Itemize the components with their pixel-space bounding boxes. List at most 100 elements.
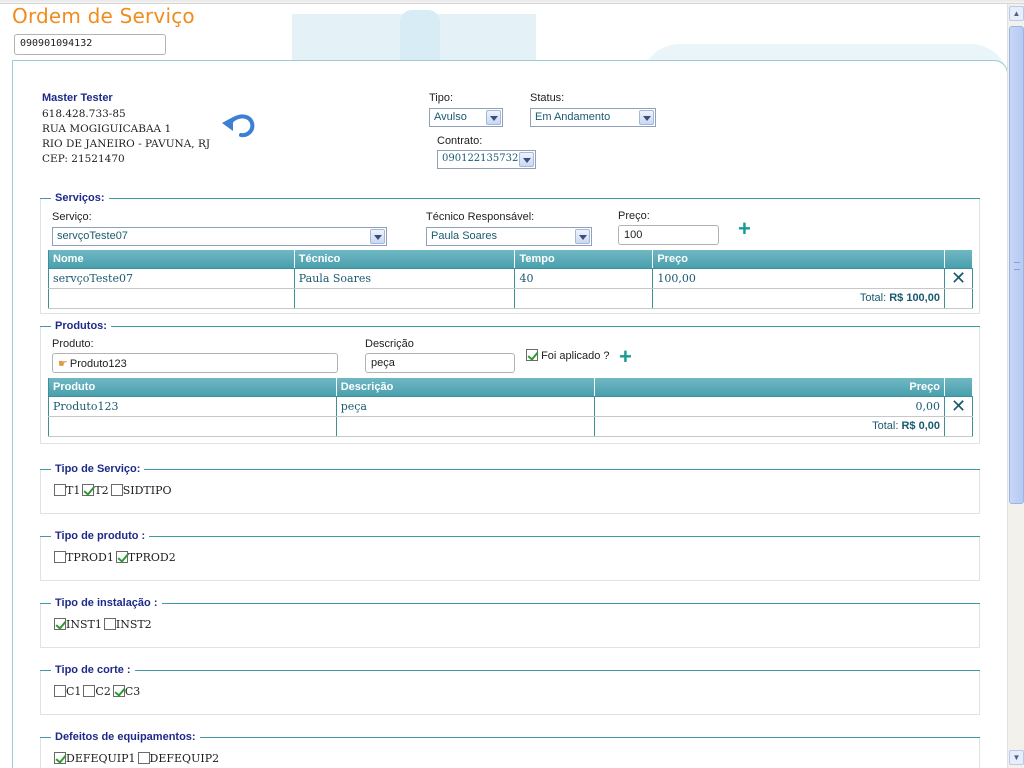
tipo-select[interactable]: Avulso <box>429 108 503 127</box>
os-number-field[interactable]: 090901094132 <box>14 34 166 55</box>
descricao-input[interactable]: peça <box>365 353 515 373</box>
produto-cell-descricao: peça <box>336 396 596 417</box>
descricao-label: Descrição <box>365 338 414 350</box>
column-header: Preço <box>594 378 945 397</box>
tecnico-select[interactable]: Paula Soares <box>426 227 592 246</box>
checkbox-label: TPROD1 <box>66 551 114 564</box>
checkbox-option[interactable]: SIDTIPO <box>110 484 172 497</box>
checkbox[interactable] <box>103 618 116 630</box>
checkbox-label: C3 <box>124 685 141 698</box>
main-panel: Master Tester 618.428.733-85 RUA MOGIGUI… <box>12 60 1008 768</box>
chevron-down-icon <box>519 152 534 167</box>
status-label: Status: <box>530 92 565 104</box>
status-select[interactable]: Em Andamento <box>530 108 656 127</box>
checkbox[interactable] <box>54 484 66 496</box>
servico-cell-tecnico: Paula Soares <box>294 268 516 289</box>
scrollbar-grip <box>1014 262 1020 270</box>
remove-produto-x-icon[interactable]: ✕ <box>944 396 974 417</box>
aplicado-label: Foi aplicado ? <box>541 350 610 362</box>
checkbox[interactable] <box>54 752 66 764</box>
checkbox-option[interactable]: DEFEQUIP2 <box>137 752 220 765</box>
checkbox-group: DEFEQUIP1 DEFEQUIP2 <box>54 752 221 765</box>
checkbox-option[interactable]: TPROD1 <box>54 551 114 564</box>
table-total-row: Total: R$ 100,00 <box>48 288 974 309</box>
checkbox[interactable] <box>115 551 128 563</box>
checkbox-option[interactable]: INST2 <box>103 618 152 631</box>
checkbox-option[interactable]: C3 <box>112 685 141 698</box>
group-box <box>40 604 980 648</box>
checkbox-group: INST1 INST2 <box>54 618 154 631</box>
produto-value: Produto123 <box>69 358 127 370</box>
column-header: Nome <box>48 250 295 269</box>
preco-input[interactable]: 100 <box>618 225 719 245</box>
group-box <box>40 537 980 581</box>
servico-cell-tempo: 40 <box>514 268 654 289</box>
produto-input[interactable]: ☛ Produto123 <box>52 353 338 373</box>
checkbox-label: INST1 <box>66 618 102 631</box>
total-value: R$ 0,00 <box>901 420 940 432</box>
checkbox[interactable] <box>83 685 96 697</box>
remove-servico-x-icon[interactable]: ✕ <box>944 268 974 289</box>
add-servico-plus-icon[interactable]: + <box>738 218 751 240</box>
checkbox-option[interactable]: TPROD2 <box>115 551 176 564</box>
column-header: Tempo <box>514 250 654 269</box>
checkbox-option[interactable]: INST1 <box>54 618 102 631</box>
scrollbar-thumb[interactable] <box>1009 26 1024 504</box>
tipo-value: Avulso <box>434 111 467 123</box>
tecnico-value: Paula Soares <box>431 230 498 242</box>
scroll-down-icon[interactable]: ▼ <box>1009 750 1024 765</box>
scroll-up-icon[interactable]: ▲ <box>1009 6 1024 21</box>
checkbox[interactable] <box>54 618 66 630</box>
column-header: Produto <box>48 378 337 397</box>
contrato-value: 090122135732 <box>442 153 519 164</box>
product-hand-icon: ☛ <box>58 358 68 370</box>
checkbox-option[interactable]: DEFEQUIP1 <box>54 752 136 765</box>
total-value: R$ 100,00 <box>889 292 940 304</box>
add-produto-plus-icon[interactable]: + <box>619 346 632 368</box>
servicos-total: Total: R$ 100,00 <box>652 288 945 309</box>
produtos-total: Total: R$ 0,00 <box>594 416 945 437</box>
checkbox-label: TPROD2 <box>127 551 176 564</box>
checkbox[interactable] <box>110 484 123 496</box>
checkbox[interactable] <box>112 685 125 697</box>
checkbox[interactable] <box>137 752 150 764</box>
tipo-label: Tipo: <box>429 92 454 104</box>
column-header-actions <box>944 250 974 269</box>
checkbox-option[interactable]: C1 <box>54 685 81 698</box>
checkbox-label: SIDTIPO <box>122 484 172 497</box>
checkbox-label: DEFEQUIP2 <box>149 752 220 765</box>
checkbox-label: C1 <box>66 685 82 698</box>
checkbox[interactable] <box>54 685 66 697</box>
produtos-table: Produto Descrição Preço Produto123 peça … <box>48 378 974 437</box>
chevron-down-icon <box>575 229 590 244</box>
checkbox-label: T2 <box>94 484 109 497</box>
chevron-down-icon <box>370 229 385 244</box>
checkbox[interactable] <box>54 551 66 563</box>
checkbox[interactable] <box>82 484 95 496</box>
servico-cell-nome: servçoTeste07 <box>48 268 295 289</box>
column-header: Descrição <box>336 378 596 397</box>
checkbox-group: T1 T2 SIDTIPO <box>54 484 174 497</box>
checkbox-group: C1 C2 C3 <box>54 685 142 698</box>
vertical-scrollbar[interactable]: ▲ ▼ <box>1007 4 1024 768</box>
servico-value: servçoTeste07 <box>57 230 128 242</box>
column-header: Preço <box>652 250 945 269</box>
chevron-down-icon <box>486 110 501 125</box>
tecnico-label: Técnico Responsável: <box>426 211 535 223</box>
group-box <box>40 671 980 715</box>
checkbox-option[interactable]: T1 <box>54 484 80 497</box>
group-box <box>40 470 980 514</box>
checkbox-option[interactable]: C2 <box>83 685 111 698</box>
servico-select[interactable]: servçoTeste07 <box>52 227 387 246</box>
aplicado-checkbox[interactable] <box>526 349 538 361</box>
contrato-select[interactable]: 090122135732 <box>437 150 536 169</box>
checkbox-label: T1 <box>66 484 81 497</box>
servicos-table: Nome Técnico Tempo Preço servçoTeste07 P… <box>48 250 974 309</box>
checkbox-option[interactable]: T2 <box>82 484 109 497</box>
column-header: Técnico <box>294 250 516 269</box>
back-arrow-icon[interactable] <box>221 111 255 139</box>
customer-doc: 618.428.733-85 <box>42 108 126 120</box>
column-header-actions <box>944 378 974 397</box>
table-row: Produto123 peça 0,00 ✕ <box>48 396 974 417</box>
aplicado-option[interactable]: Foi aplicado ? <box>526 349 610 362</box>
